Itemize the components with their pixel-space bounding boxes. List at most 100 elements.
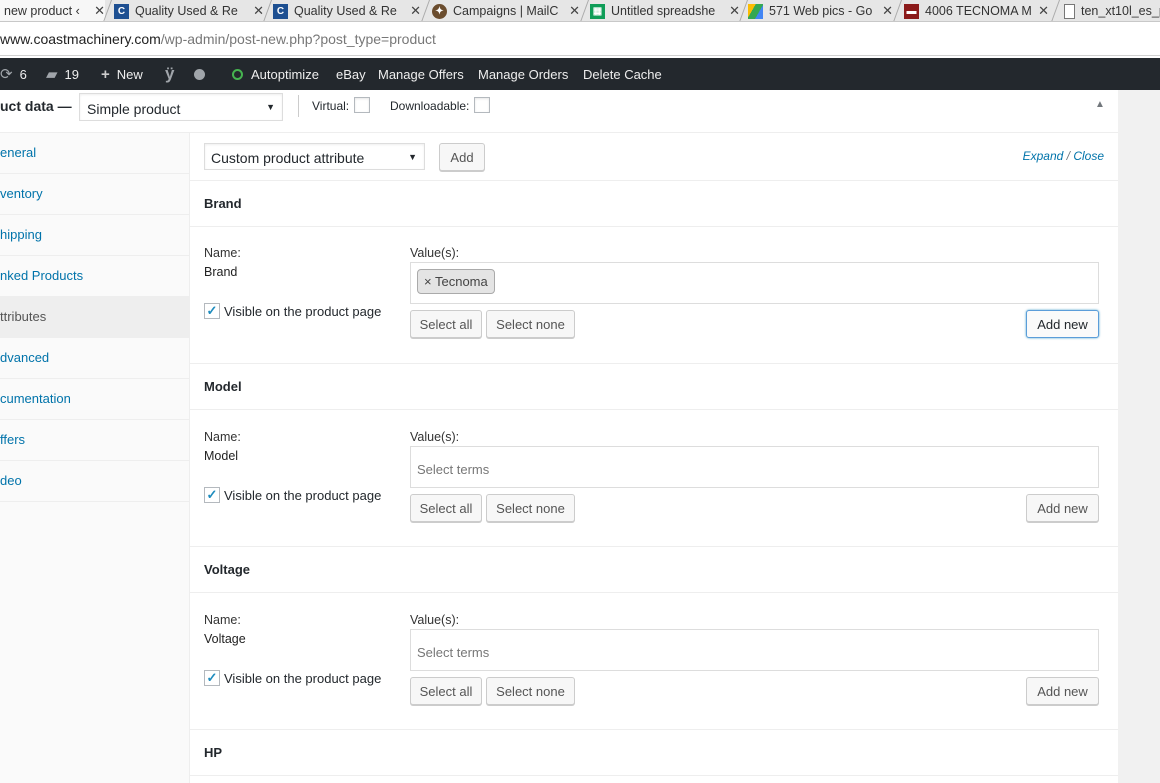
divider — [298, 95, 299, 117]
select-none-button[interactable]: Select none — [486, 677, 575, 705]
tab-advanced[interactable]: dvanced — [0, 338, 190, 379]
browser-tab-quality-used-1[interactable]: C Quality Used & Re ✕ — [114, 0, 264, 21]
close-icon[interactable]: ✕ — [410, 3, 421, 19]
tab-label: Untitled spreadshe — [611, 4, 716, 18]
url-path: /wp-admin/post-new.php?post_type=product — [160, 31, 436, 47]
plus-icon: + — [101, 65, 110, 83]
dropdown-arrow-icon: ▼ — [408, 152, 417, 162]
wp-admin-bar: ⟳ 6 ▰ 19 + New ÿ Autoptimize eBay Manage… — [0, 58, 1160, 90]
selected-term-chip[interactable]: × Tecnoma — [417, 269, 495, 294]
browser-tab-new-product[interactable]: new product ‹ ✕ — [0, 0, 105, 21]
chip-label: Tecnoma — [434, 274, 488, 289]
select-none-button[interactable]: Select none — [486, 494, 575, 522]
remove-term-icon[interactable]: × — [424, 274, 432, 289]
updates-button[interactable]: ⟳ 6 — [0, 58, 27, 90]
attribute-header-hp[interactable]: HP — [190, 730, 1118, 776]
autoptimize-menu[interactable]: Autoptimize — [232, 58, 319, 90]
attribute-name-value: Voltage — [204, 632, 246, 646]
browser-tab-tecnoma[interactable]: ▬ 4006 TECNOMA M ✕ — [904, 0, 1049, 21]
yoast-button[interactable]: ÿ — [165, 58, 181, 90]
select-terms-placeholder: Select terms — [417, 645, 490, 660]
tab-label: Campaigns | MailC — [453, 4, 559, 18]
tab-general[interactable]: eneral — [0, 133, 190, 174]
checkmark-icon[interactable]: ✓ — [204, 670, 220, 686]
add-new-button[interactable]: Add new — [1026, 494, 1099, 522]
values-label: Value(s): — [410, 430, 460, 444]
browser-tab-spreadsheet[interactable]: ▦ Untitled spreadshe ✕ — [590, 0, 740, 21]
address-bar[interactable]: www.coastmachinery.com/wp-admin/post-new… — [0, 22, 1160, 56]
close-icon[interactable]: ✕ — [729, 3, 740, 19]
yoast-icon: ÿ — [165, 64, 175, 83]
virtual-checkbox[interactable] — [354, 97, 370, 113]
ebay-menu[interactable]: eBay — [336, 58, 366, 90]
close-icon[interactable]: ✕ — [1038, 3, 1049, 19]
tab-label: 4006 TECNOMA M — [925, 4, 1032, 18]
comments-count: 19 — [64, 66, 80, 82]
name-label: Name: — [204, 613, 241, 627]
tab-linked-products[interactable]: nked Products — [0, 256, 190, 297]
attribute-title: Brand — [204, 196, 242, 211]
dropdown-arrow-icon: ▼ — [266, 102, 275, 112]
close-icon[interactable]: ✕ — [882, 3, 893, 19]
browser-tab-campaigns[interactable]: ✦ Campaigns | MailC ✕ — [432, 0, 580, 21]
tab-label: 571 Web pics - Go — [769, 4, 873, 18]
tab-shipping[interactable]: hipping — [0, 215, 190, 256]
visible-label: Visible on the product page — [224, 303, 382, 319]
values-label: Value(s): — [410, 246, 460, 260]
close-link[interactable]: Close — [1073, 149, 1104, 163]
downloadable-checkbox[interactable] — [474, 97, 490, 113]
tab-label: Quality Used & Re — [135, 4, 238, 18]
attribute-header-brand[interactable]: Brand — [190, 181, 1118, 227]
attribute-body-voltage: Name: Voltage ✓ Visible on the product p… — [190, 593, 1118, 730]
values-multiselect[interactable]: Select terms — [410, 629, 1099, 671]
select-all-button[interactable]: Select all — [410, 310, 482, 338]
close-icon[interactable]: ✕ — [569, 3, 580, 19]
add-new-button[interactable]: Add new — [1026, 310, 1099, 338]
checkmark-icon[interactable]: ✓ — [204, 303, 220, 319]
browser-tab-strip: new product ‹ ✕ C Quality Used & Re ✕ C … — [0, 0, 1160, 22]
browser-tab-pdf[interactable]: ten_xt10l_es_p — [1064, 0, 1160, 21]
seo-status-indicator[interactable] — [194, 58, 205, 90]
product-data-tabs: eneral ventory hipping nked Products ttr… — [0, 133, 190, 783]
select-all-button[interactable]: Select all — [410, 677, 482, 705]
visible-on-product-page[interactable]: ✓ Visible on the product page — [204, 303, 381, 319]
browser-tab-quality-used-2[interactable]: C Quality Used & Re ✕ — [273, 0, 421, 21]
new-content-button[interactable]: + New — [101, 58, 143, 90]
manage-offers-menu[interactable]: Manage Offers — [378, 58, 464, 90]
tab-documentation[interactable]: cumentation — [0, 379, 190, 420]
comments-button[interactable]: ▰ 19 — [46, 58, 79, 90]
site-favicon-icon: C — [114, 3, 129, 19]
close-icon[interactable]: ✕ — [94, 3, 105, 19]
visible-on-product-page[interactable]: ✓ Visible on the product page — [204, 487, 381, 503]
checkmark-icon[interactable]: ✓ — [204, 487, 220, 503]
delete-cache-menu[interactable]: Delete Cache — [583, 58, 662, 90]
product-type-select[interactable]: Simple product ▼ — [79, 93, 283, 121]
expand-link[interactable]: Expand — [1023, 149, 1064, 163]
add-new-button[interactable]: Add new — [1026, 677, 1099, 705]
browser-tab-web-pics[interactable]: 571 Web pics - Go ✕ — [748, 0, 893, 21]
values-multiselect[interactable]: Select terms — [410, 446, 1099, 488]
visible-on-product-page[interactable]: ✓ Visible on the product page — [204, 670, 381, 686]
tab-label: Quality Used & Re — [294, 4, 397, 18]
url-text[interactable]: www.coastmachinery.com/wp-admin/post-new… — [0, 31, 436, 47]
manage-orders-menu[interactable]: Manage Orders — [478, 58, 568, 90]
attribute-taxonomy-select[interactable]: Custom product attribute ▼ — [204, 143, 425, 170]
status-dot-icon — [194, 68, 205, 80]
select-none-button[interactable]: Select none — [486, 310, 575, 338]
close-icon[interactable]: ✕ — [253, 3, 264, 19]
attribute-header-voltage[interactable]: Voltage — [190, 547, 1118, 593]
sheets-icon: ▦ — [590, 3, 605, 19]
values-multiselect[interactable]: × Tecnoma — [410, 262, 1099, 304]
visible-label: Visible on the product page — [224, 487, 382, 503]
add-attribute-button[interactable]: Add — [439, 143, 485, 171]
tab-inventory[interactable]: ventory — [0, 174, 190, 215]
tab-offers[interactable]: ffers — [0, 420, 190, 461]
name-label: Name: — [204, 430, 241, 444]
tab-video[interactable]: deo — [0, 461, 190, 502]
attribute-title: Model — [204, 379, 242, 394]
select-all-button[interactable]: Select all — [410, 494, 482, 522]
tab-attributes[interactable]: ttributes — [0, 297, 190, 338]
product-type-value: Simple product — [87, 101, 181, 117]
attribute-header-model[interactable]: Model — [190, 364, 1118, 410]
collapse-toggle-icon[interactable]: ▲ — [1095, 99, 1105, 110]
